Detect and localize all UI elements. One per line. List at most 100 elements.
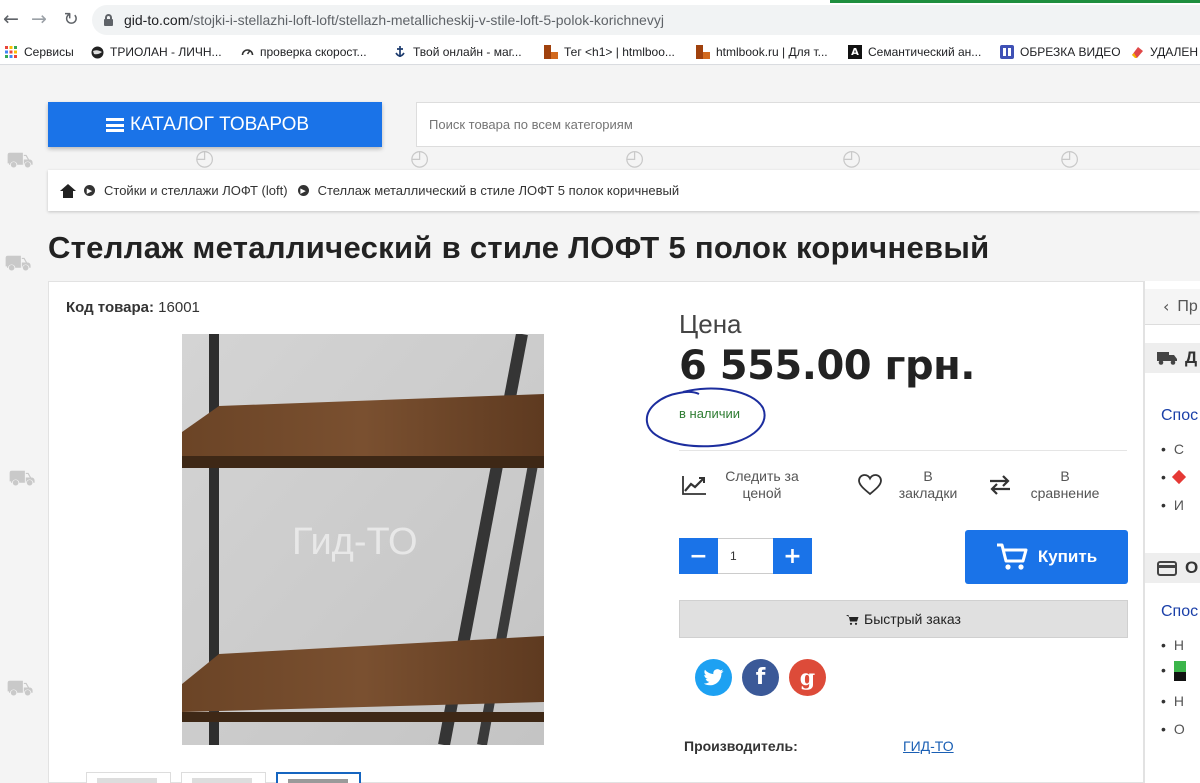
right-sidebar: ‹Пр Д Спос С И О Спос Н Н О [1144, 281, 1200, 783]
address-bar[interactable]: gid-to.com/stojki-i-stellazhi-loft-loft/… [92, 5, 1200, 35]
bg-truck-icon: ⛟ [6, 148, 34, 173]
bookmark-label: ТРИОЛАН - ЛИЧН... [110, 45, 222, 59]
anchor-icon [393, 45, 407, 59]
bookmark-label: htmlbook.ru | Для т... [716, 45, 828, 59]
product-sku: Код товара: 16001 [66, 299, 200, 316]
url-host: gid-to.com [124, 12, 190, 28]
bookmark-label: ОБРЕЗКА ВИДЕО [1020, 45, 1121, 59]
thumbnail[interactable] [86, 772, 171, 783]
shopping-cart-icon [996, 543, 1028, 570]
hamburger-menu-icon [106, 118, 124, 132]
twitter-bird-icon [703, 669, 723, 686]
bookmark-video-cut[interactable]: ОБРЕЗКА ВИДЕО [1000, 43, 1121, 61]
page-title: Стеллаж металлический в стиле ЛОФТ 5 пол… [48, 230, 990, 265]
image-watermark: Гид-ТО [292, 521, 418, 563]
quantity-increase-button[interactable]: + [773, 538, 812, 574]
search-box[interactable] [416, 102, 1200, 147]
catalog-button[interactable]: КАТАЛОГ ТОВАРОВ [48, 102, 382, 147]
bookmark-label: УДАЛЕН [1150, 45, 1199, 59]
bookmarks-bar: Сервисы ТРИОЛАН - ЛИЧН... проверка скоро… [0, 38, 1200, 65]
bookmark-triolan[interactable]: ТРИОЛАН - ЛИЧН... [90, 43, 222, 61]
reload-icon[interactable]: ↻ [60, 8, 82, 30]
bookmark-speedtest[interactable]: проверка скорост... [240, 43, 367, 61]
compare-label: В сравнение [1030, 468, 1100, 501]
payment-header: О [1145, 553, 1200, 583]
bg-truck-icon: ⛟ [8, 466, 36, 491]
heart-icon [855, 473, 885, 497]
chevron-right-icon: ▶ [297, 185, 309, 196]
privat24-icon [1173, 661, 1186, 681]
eraser-icon [1130, 45, 1144, 59]
chevron-right-icon: ▶ [84, 185, 95, 196]
price-watch-button[interactable]: Следить за ценой [679, 468, 805, 502]
quantity-stepper: − + [679, 538, 812, 574]
speedometer-icon [240, 45, 254, 59]
bg-clock-icon: ◴ [410, 146, 430, 171]
bg-clock-icon: ◴ [625, 146, 645, 171]
video-icon [1000, 45, 1014, 59]
bookmark-label: Сервисы [24, 45, 74, 59]
thumbnail-active[interactable] [276, 772, 361, 783]
lock-icon [104, 14, 113, 26]
search-input[interactable] [417, 103, 1200, 146]
bookmark-semantic[interactable]: A Семантический ан... [848, 43, 981, 61]
facebook-share-button[interactable]: f [742, 659, 779, 696]
url-text: gid-to.com/stojki-i-stellazhi-loft-loft/… [124, 12, 664, 28]
swap-arrows-icon [985, 473, 1015, 497]
back-arrow-icon[interactable]: ← [0, 8, 22, 30]
breadcrumb-item-category[interactable]: Стойки и стеллажи ЛОФТ (loft) [104, 183, 288, 198]
payment-methods-link[interactable]: Спос [1161, 603, 1198, 621]
bookmark-htmlbook-h1[interactable]: Тег <h1> | htmlboo... [544, 43, 675, 61]
payment-item [1161, 661, 1186, 681]
bg-clock-icon: ◴ [842, 146, 862, 171]
sku-value: 16001 [158, 299, 200, 316]
bg-clock-icon: ◴ [1060, 146, 1080, 171]
price-watch-label: Следить за ценой [725, 468, 799, 501]
google-plus-icon: g [799, 664, 816, 691]
bookmark-label: В закладки [898, 468, 958, 501]
quantity-decrease-button[interactable]: − [679, 538, 718, 574]
stock-status: в наличии [679, 406, 741, 421]
quantity-input[interactable] [718, 538, 773, 574]
site-page: ⛟ ⛟ ⛟ ⛟ ◴ ◴ ◴ ◴ ◴ КАТАЛОГ ТОВАРОВ ▶ Стой… [0, 66, 1200, 783]
bookmark-remove[interactable]: УДАЛЕН [1130, 43, 1198, 61]
delivery-item [1161, 469, 1186, 485]
google-plus-share-button[interactable]: g [789, 659, 826, 696]
sidebar-back-link[interactable]: ‹ Пр [1145, 289, 1200, 325]
quick-order-label: Быстрый заказ [864, 611, 961, 627]
chevron-left-icon: ‹ [1163, 297, 1170, 316]
bookmark-label: проверка скорост... [260, 45, 367, 59]
delivery-methods-link[interactable]: Спос [1161, 407, 1198, 425]
forward-arrow-icon[interactable]: → [28, 8, 50, 30]
manufacturer-link[interactable]: ГИД-ТО [903, 738, 954, 754]
bookmark-button[interactable]: В закладки [855, 468, 961, 502]
product-main-image[interactable]: Гид-ТО [182, 334, 544, 745]
product-card: Код товара: 16001 Гид-ТО Цена 6 555.00 г… [48, 281, 1144, 783]
delivery-item: С [1161, 441, 1184, 457]
facebook-icon: f [755, 665, 766, 690]
bg-clock-icon: ◴ [195, 146, 215, 171]
catalog-label: КАТАЛОГ ТОВАРОВ [130, 113, 310, 135]
price-value: 6 555.00 грн. [679, 343, 975, 389]
buy-label: Купить [1037, 547, 1098, 566]
compare-button[interactable]: В сравнение [985, 468, 1105, 502]
thumbnail[interactable] [181, 772, 266, 783]
bookmark-label: Семантический ан... [868, 45, 982, 59]
bookmark-online-shop[interactable]: Твой онлайн - маг... [393, 43, 522, 61]
bookmark-htmlbook[interactable]: htmlbook.ru | Для т... [696, 43, 828, 61]
url-path: /stojki-i-stellazhi-loft-loft/stellazh-m… [189, 12, 664, 28]
tab-strip-accent [830, 0, 1200, 3]
breadcrumb-item-current[interactable]: Стеллаж металлический в стиле ЛОФТ 5 пол… [318, 183, 680, 198]
globe-icon [90, 45, 104, 59]
sku-label: Код товара: [66, 299, 154, 316]
divider [679, 450, 1127, 451]
buy-button[interactable]: Купить [965, 530, 1128, 584]
home-icon[interactable] [60, 183, 76, 198]
bookmark-services[interactable]: Сервисы [4, 43, 74, 61]
payment-item: О [1161, 721, 1185, 737]
credit-card-icon [1157, 560, 1177, 576]
twitter-share-button[interactable] [695, 659, 732, 696]
bookmark-label: Тег <h1> | htmlboo... [564, 45, 675, 59]
chart-line-icon [679, 473, 709, 497]
quick-order-button[interactable]: Быстрый заказ [679, 600, 1128, 638]
